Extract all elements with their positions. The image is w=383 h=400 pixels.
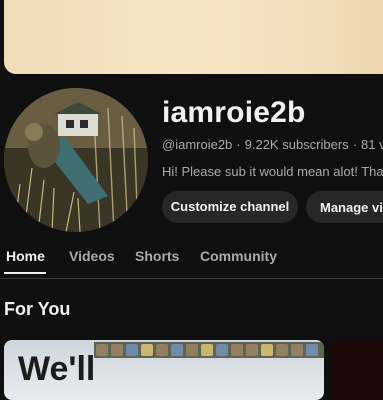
tab-shorts[interactable]: Shorts <box>135 248 179 264</box>
subscriber-count: 9.22K subscribers <box>244 137 349 152</box>
channel-avatar[interactable] <box>4 88 148 232</box>
video-count: 81 vid <box>361 137 383 152</box>
avatar-image <box>4 88 148 232</box>
channel-banner <box>4 0 383 74</box>
tab-videos[interactable]: Videos <box>69 248 115 264</box>
meta-separator: · <box>236 137 241 152</box>
channel-description[interactable]: Hi! Please sub it would mean alot! Than <box>162 164 383 179</box>
manage-videos-button[interactable]: Manage vid <box>306 191 383 223</box>
channel-handle: @iamroie2b <box>162 137 233 152</box>
next-video-thumbnail[interactable] <box>332 340 383 400</box>
tab-home[interactable]: Home <box>6 248 45 264</box>
tabs-divider <box>0 278 383 279</box>
featured-video-thumbnail[interactable]: We'll <box>4 340 324 400</box>
section-title-for-you: For You <box>4 299 71 319</box>
meta-separator: · <box>352 137 358 152</box>
customize-channel-button[interactable]: Customize channel <box>162 191 298 223</box>
channel-tabs: Home Videos Shorts Community <box>0 240 383 278</box>
thumbnail-toolbar-strip <box>94 342 324 358</box>
active-tab-indicator <box>4 272 46 274</box>
tab-community[interactable]: Community <box>200 248 277 264</box>
channel-name: iamroie2b <box>162 96 306 129</box>
channel-meta: @iamroie2b·9.22K subscribers·81 vid <box>162 137 383 152</box>
thumbnail-caption: We'll <box>18 350 96 388</box>
